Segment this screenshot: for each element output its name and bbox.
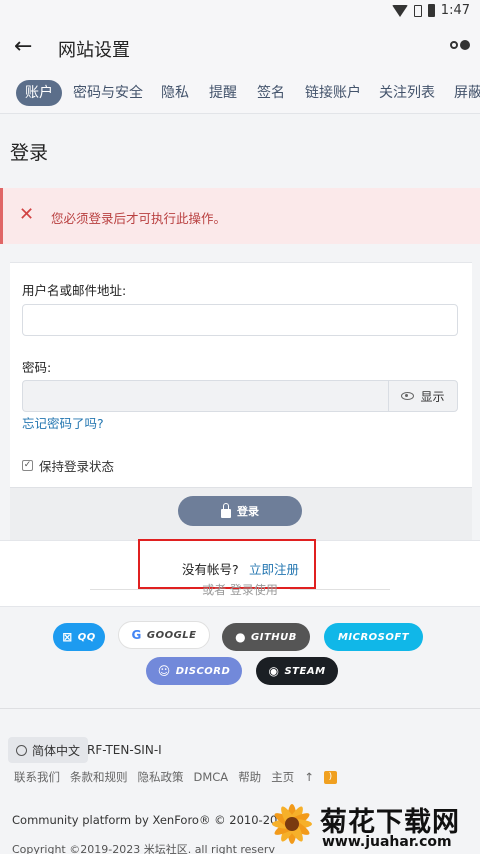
social-login-buttons: ⊠ QQ G GOOGLE ● GITHUB MICROSOFT ☺ DISCO… xyxy=(0,606,480,708)
battery-icon xyxy=(427,4,435,17)
rss-icon[interactable]: ) xyxy=(323,770,337,784)
google-login-button[interactable]: G GOOGLE xyxy=(118,621,210,649)
footer-links: 联系我们 条款和规则 隐私政策 DMCA 帮助 主页 ↑ ) xyxy=(14,769,337,785)
language-chooser-button[interactable]: 简体中文 xyxy=(8,737,89,763)
status-bar: 1:47 xyxy=(0,0,480,24)
discord-label: DISCORD xyxy=(175,665,231,677)
tab-account[interactable]: 账户 xyxy=(16,80,62,106)
style-chooser-link[interactable]: RF-TEN-SIN-I xyxy=(87,743,162,757)
eye-icon xyxy=(401,392,415,400)
app-bar-title: 网站设置 xyxy=(58,40,130,61)
or-login-with-text: 或者 登录使用 xyxy=(202,583,278,597)
footer-link-contact[interactable]: 联系我们 xyxy=(14,769,60,785)
steam-login-button[interactable]: ◉ STEAM xyxy=(256,657,338,685)
app-bar: ← 网站设置 xyxy=(0,24,480,72)
google-icon: G xyxy=(131,628,142,642)
username-input[interactable] xyxy=(22,304,458,336)
footer-link-dmca[interactable]: DMCA xyxy=(194,770,229,784)
footer-link-terms[interactable]: 条款和规则 xyxy=(70,769,128,785)
register-link[interactable]: 立即注册 xyxy=(249,559,299,578)
register-section: 没有帐号? 立即注册 或者 登录使用 xyxy=(0,539,480,606)
footer-link-privacy[interactable]: 隐私政策 xyxy=(138,769,184,785)
username-label: 用户名或邮件地址: xyxy=(22,283,127,298)
status-time: 1:47 xyxy=(440,3,470,18)
remember-me-label: 保持登录状态 xyxy=(39,459,115,474)
error-x-icon: ✕ xyxy=(19,204,35,225)
forgot-password-link[interactable]: 忘记密码了吗? xyxy=(22,413,104,432)
register-prompt: 没有帐号? xyxy=(182,562,239,577)
password-input[interactable] xyxy=(22,380,388,412)
qq-label: QQ xyxy=(77,631,96,643)
scroll-top-arrow-icon[interactable]: ↑ xyxy=(304,770,314,784)
sim-icon xyxy=(413,4,422,17)
alert-message: 您必须登录后才可执行此操作。 xyxy=(51,211,227,226)
tab-privacy[interactable]: 隐私 xyxy=(161,80,189,106)
github-login-button[interactable]: ● GITHUB xyxy=(222,623,310,651)
github-icon: ● xyxy=(235,630,247,644)
steam-label: STEAM xyxy=(284,665,326,677)
password-label: 密码: xyxy=(22,360,52,375)
watermark-logo: 菊花下载网 www.juahar.com xyxy=(262,798,480,854)
watermark-url: www.juahar.com xyxy=(322,834,452,850)
remember-me-checkbox[interactable]: ✓ 保持登录状态 xyxy=(22,456,114,475)
tab-alerts[interactable]: 提醒 xyxy=(209,80,237,106)
github-label: GITHUB xyxy=(251,631,297,643)
google-label: GOOGLE xyxy=(146,629,197,641)
login-form: 用户名或邮件地址: 密码: 显示 忘记密码了吗? ✓ 保持登录状态 登录 xyxy=(10,262,472,541)
wifi-icon xyxy=(391,4,408,17)
qq-login-button[interactable]: ⊠ QQ xyxy=(53,623,105,651)
steam-icon: ◉ xyxy=(268,664,280,678)
discord-login-button[interactable]: ☺ DISCORD xyxy=(146,657,242,685)
microsoft-label: MICROSOFT xyxy=(337,631,410,643)
checkbox-check-icon: ✓ xyxy=(22,460,33,471)
tab-ignoring[interactable]: 屏蔽 xyxy=(454,80,480,106)
form-submit-row: 登录 xyxy=(10,487,472,541)
page-title: 登录 xyxy=(10,142,49,164)
back-arrow-icon[interactable]: ← xyxy=(14,34,32,59)
microsoft-login-button[interactable]: MICROSOFT xyxy=(324,623,423,651)
show-password-label: 显示 xyxy=(420,389,445,404)
overflow-menu-icon[interactable] xyxy=(450,40,470,50)
flower-logo-icon xyxy=(272,804,312,844)
globe-icon xyxy=(16,744,27,756)
tab-following[interactable]: 关注列表 xyxy=(379,80,435,106)
tab-connected-accounts[interactable]: 链接账户 xyxy=(305,80,361,106)
footer-link-home[interactable]: 主页 xyxy=(271,769,294,785)
footer-link-help[interactable]: 帮助 xyxy=(238,769,261,785)
tab-signature[interactable]: 签名 xyxy=(257,80,285,106)
lock-icon xyxy=(221,502,231,518)
tab-password-security[interactable]: 密码与安全 xyxy=(73,80,143,106)
language-label: 简体中文 xyxy=(32,743,81,758)
discord-icon: ☺ xyxy=(157,664,171,678)
qq-icon: ⊠ xyxy=(62,630,73,644)
error-alert: ✕ 您必须登录后才可执行此操作。 xyxy=(0,188,480,244)
settings-tabs: 账户 密码与安全 隐私 提醒 签名 链接账户 关注列表 屏蔽 xyxy=(0,72,480,114)
show-password-button[interactable]: 显示 xyxy=(388,380,458,412)
login-button[interactable]: 登录 xyxy=(178,496,302,526)
copyright-text: Copyright ©2019-2023 米坛社区. all right res… xyxy=(12,843,275,854)
platform-credit: Community platform by XenForo® © 2010-20… xyxy=(12,813,292,827)
login-button-label: 登录 xyxy=(237,505,259,518)
